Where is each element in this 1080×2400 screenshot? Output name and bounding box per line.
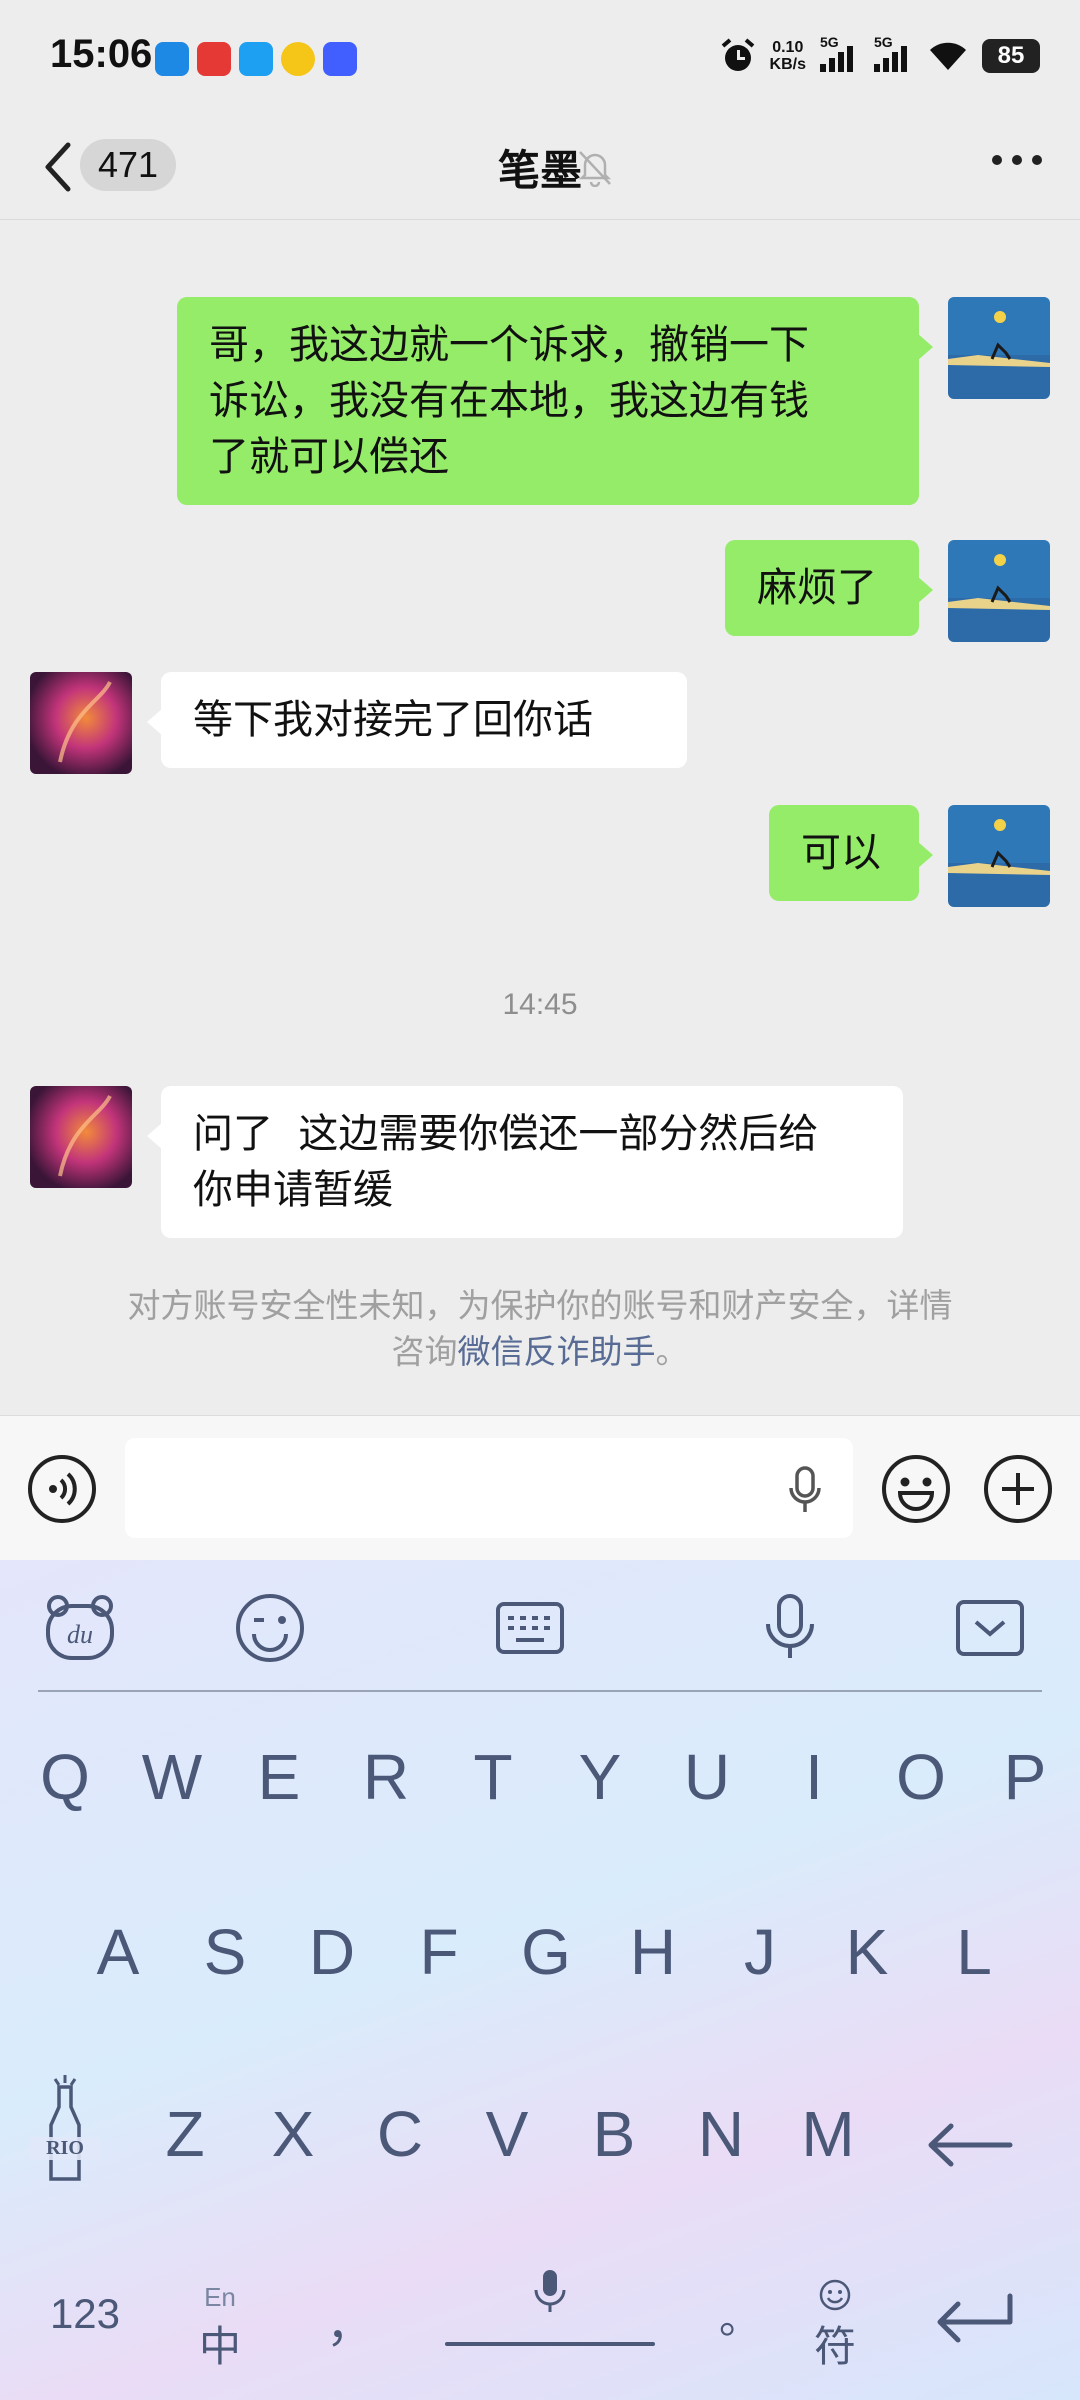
wink-emoji-icon[interactable] (230, 1588, 310, 1668)
avatar-landscape-image (948, 297, 1050, 399)
key-q[interactable]: Q (20, 1740, 110, 1814)
smiley-small-icon (819, 2279, 851, 2311)
my-avatar[interactable] (948, 805, 1050, 907)
plus-icon[interactable] (982, 1453, 1054, 1525)
more-dots-icon[interactable] (992, 155, 1042, 165)
contact-avatar[interactable] (30, 1086, 132, 1188)
message-bubble-received[interactable]: 等下我对接完了回你话 (147, 672, 687, 768)
collapse-keyboard-icon[interactable] (950, 1588, 1030, 1668)
notification-icon (155, 42, 189, 76)
keyboard-icon[interactable] (490, 1588, 570, 1668)
my-avatar[interactable] (948, 297, 1050, 399)
network-speed: 0.10 KB/s (769, 39, 806, 73)
signal-sim2-icon: 5G (874, 34, 914, 72)
key-x[interactable]: X (248, 2097, 338, 2171)
key-r[interactable]: R (341, 1740, 431, 1814)
key-u[interactable]: U (662, 1740, 752, 1814)
key-a[interactable]: A (73, 1915, 163, 1989)
app-icon-blue (239, 42, 273, 76)
microphone-icon[interactable] (787, 1466, 823, 1514)
key-z[interactable]: Z (140, 2097, 230, 2171)
vivo-icon (323, 42, 357, 76)
voice-mode-icon[interactable] (26, 1453, 98, 1525)
signal-sim1-icon: 5G (820, 34, 860, 72)
key-v[interactable]: V (462, 2097, 552, 2171)
key-g[interactable]: G (501, 1915, 591, 1989)
status-time: 15:06 (50, 32, 153, 76)
chat-header: 471 笔墨 (0, 115, 1080, 220)
key-p[interactable]: P (980, 1740, 1070, 1814)
number-switch-key[interactable]: 123 (35, 2290, 135, 2338)
key-b[interactable]: B (569, 2097, 659, 2171)
key-f[interactable]: F (394, 1915, 484, 1989)
space-key[interactable] (445, 2268, 655, 2348)
emoji-icon[interactable] (880, 1453, 952, 1525)
battery-indicator: 85 (982, 39, 1040, 73)
microphone-icon (534, 2270, 566, 2312)
status-app-icons (155, 42, 357, 76)
message-input-bar (0, 1415, 1080, 1560)
key-n[interactable]: N (676, 2097, 766, 2171)
backspace-arrow-icon[interactable] (925, 2120, 1015, 2170)
message-bubble-received[interactable]: 问了 这边需要你偿还一部分然后给 你申请暂缓 (147, 1086, 903, 1238)
key-j[interactable]: J (715, 1915, 805, 1989)
soft-keyboard: du Q W E R T Y U I O P A S D F G H J K L (0, 1560, 1080, 2400)
avatar-abstract-image (30, 1086, 132, 1188)
app-icon-yellow (281, 42, 315, 76)
key-i[interactable]: I (769, 1740, 859, 1814)
contact-avatar[interactable] (30, 672, 132, 774)
message-bubble-sent[interactable]: 可以 (769, 805, 933, 901)
bottle-icon (49, 2075, 81, 2181)
my-avatar[interactable] (948, 540, 1050, 642)
bell-muted-icon (578, 151, 612, 187)
key-y[interactable]: Y (555, 1740, 645, 1814)
key-e[interactable]: E (234, 1740, 324, 1814)
comma-key[interactable]: ， (310, 2285, 390, 2355)
anti-fraud-assistant-link[interactable]: 微信反诈助手 (458, 1332, 656, 1371)
key-k[interactable]: K (822, 1915, 912, 1989)
key-c[interactable]: C (355, 2097, 445, 2171)
alarm-icon (721, 38, 754, 71)
key-m[interactable]: M (783, 2097, 873, 2171)
message-bubble-sent[interactable]: 麻烦了 (725, 540, 933, 636)
svg-text:du: du (67, 1620, 93, 1649)
message-timestamp: 14:45 (502, 988, 578, 1021)
key-s[interactable]: S (180, 1915, 270, 1989)
avatar-abstract-image (30, 672, 132, 774)
key-t[interactable]: T (448, 1740, 538, 1814)
key-h[interactable]: H (608, 1915, 698, 1989)
message-bubble-sent[interactable]: 哥，我这边就一个诉求，撤销一下 诉讼，我没有在本地，我这边有钱 了就可以偿还 (177, 297, 933, 505)
message-input[interactable] (125, 1438, 853, 1538)
app-icon-red (197, 42, 231, 76)
language-switch-key[interactable]: En 中 (180, 2282, 260, 2374)
symbol-key[interactable]: 符 (795, 2278, 875, 2374)
baidu-bear-icon[interactable]: du (40, 1588, 120, 1668)
avatar-landscape-image (948, 540, 1050, 642)
key-d[interactable]: D (287, 1915, 377, 1989)
microphone-icon[interactable] (750, 1588, 830, 1668)
status-right: 0.10 KB/s 5G 5G 85 (720, 34, 1040, 74)
security-notice: 对方账号安全性未知，为保护你的账号和财产安全，详情 咨询微信反诈助手。 (127, 1286, 953, 1371)
key-o[interactable]: O (876, 1740, 966, 1814)
chat-title: 笔墨 (497, 146, 582, 195)
period-key[interactable]: 。 (700, 2285, 780, 2346)
keyboard-divider (38, 1690, 1042, 1692)
wifi-icon (930, 42, 966, 70)
enter-return-icon[interactable] (930, 2290, 1020, 2350)
key-w[interactable]: W (127, 1740, 217, 1814)
rio-skin-button[interactable]: RIO (30, 2075, 100, 2190)
space-bar-line (445, 2342, 655, 2346)
key-l[interactable]: L (929, 1915, 1019, 1989)
status-bar: 15:06 0.10 KB/s 5G 5G 85 (0, 0, 1080, 115)
chat-messages: 哥，我这边就一个诉求，撤销一下 诉讼，我没有在本地，我这边有钱 了就可以偿还 麻… (0, 220, 1080, 1415)
avatar-landscape-image (948, 805, 1050, 907)
